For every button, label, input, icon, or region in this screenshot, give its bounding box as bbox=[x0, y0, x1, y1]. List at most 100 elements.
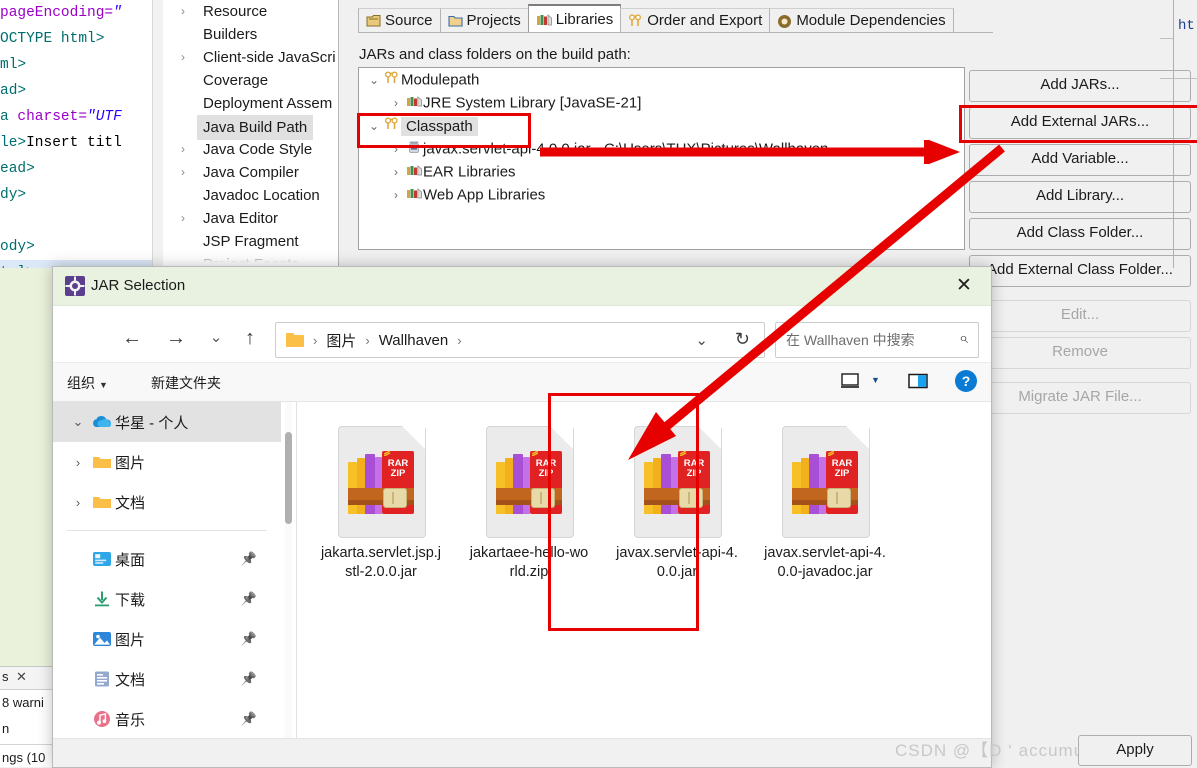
code-editor[interactable]: pageEncoding=" OCTYPE html> ml> ad> a charse… bbox=[0, 0, 163, 268]
sidebar-item-1[interactable]: › 图片 bbox=[53, 442, 281, 482]
close-icon[interactable]: ✕ bbox=[947, 272, 981, 300]
classpath-node[interactable]: › javax.servlet-api-4.0.0.jar - C:\Users\… bbox=[359, 137, 964, 160]
chevron-right-icon[interactable]: › bbox=[67, 455, 89, 470]
classpath-tree[interactable]: ⌄ Modulepath › JRE System Library [JavaSE-2… bbox=[358, 67, 965, 250]
file-item[interactable]: RAR ZIP jakarta.servlet.jsp.jstl-2.0.0.jar bbox=[307, 410, 455, 582]
rar-zip-archive-icon: RAR ZIP bbox=[782, 425, 870, 538]
problems-tab-label[interactable]: s bbox=[2, 669, 9, 684]
tab-source[interactable]: Source bbox=[358, 8, 441, 33]
view-layout-icon[interactable] bbox=[840, 371, 860, 391]
tab-order-and-export[interactable]: Order and Export bbox=[620, 8, 771, 33]
breadcrumb-item-0[interactable]: 图片 bbox=[326, 330, 356, 351]
classpath-node[interactable]: ⌄ Modulepath bbox=[359, 68, 964, 91]
new-folder-button[interactable]: 新建文件夹 bbox=[151, 373, 221, 393]
chevron-right-icon[interactable]: › bbox=[177, 138, 189, 161]
pin-icon[interactable]: 📌 bbox=[241, 671, 257, 687]
close-icon[interactable]: ✕ bbox=[16, 669, 27, 685]
tab-module-dependencies[interactable]: Module Dependencies bbox=[769, 8, 954, 33]
prefs-tree-item-java-code-style[interactable]: › Java Code Style bbox=[163, 138, 338, 161]
forward-icon[interactable]: → bbox=[161, 324, 191, 352]
chevron-down-icon[interactable]: ⌄ bbox=[365, 115, 383, 138]
file-list-pane[interactable]: RAR ZIP jakarta.servlet.jsp.jstl-2.0.0.jar… bbox=[297, 402, 991, 749]
command-bar: 组织 ▼ 新建文件夹 ▼ ? bbox=[53, 362, 991, 402]
prefs-tree-item-client-side-javascri[interactable]: › Client-side JavaScri bbox=[163, 46, 338, 69]
sidebar-item-5[interactable]: 图片 📌 bbox=[53, 619, 281, 659]
refresh-icon[interactable]: ↻ bbox=[735, 329, 750, 350]
button-add-variable[interactable]: Add Variable... bbox=[969, 144, 1191, 176]
chevron-right-icon[interactable]: › bbox=[67, 495, 89, 510]
tab-libraries[interactable]: Libraries bbox=[527, 4, 622, 33]
chevron-right-icon[interactable]: › bbox=[177, 161, 189, 184]
classpath-node[interactable]: › EAR Libraries bbox=[359, 160, 964, 183]
chevron-down-icon[interactable]: ⌄ bbox=[695, 331, 708, 349]
button-add-library[interactable]: Add Library... bbox=[969, 181, 1191, 213]
button-add-jars[interactable]: Add JARs... bbox=[969, 70, 1191, 102]
sidebar-item-2[interactable]: › 文档 bbox=[53, 482, 281, 522]
file-item[interactable]: RAR ZIP javax.servlet-api-4.0.0.jar bbox=[603, 410, 751, 582]
prefs-tree-item-label: Javadoc Location bbox=[203, 187, 320, 204]
chevron-right-icon[interactable]: › bbox=[387, 92, 405, 115]
help-icon[interactable]: ? bbox=[955, 370, 977, 392]
back-icon[interactable]: ← bbox=[117, 324, 147, 352]
file-item[interactable]: RAR ZIP jakartaee-hello-world.zip bbox=[455, 410, 603, 582]
file-item[interactable]: RAR ZIP javax.servlet-api-4.0.0-javadoc.ja… bbox=[751, 410, 899, 582]
chevron-down-icon[interactable]: ⌄ bbox=[365, 69, 383, 92]
button-add-external-jars[interactable]: Add External JARs... bbox=[969, 107, 1191, 139]
tab-label: Source bbox=[385, 12, 433, 29]
button-add-external-class-folder[interactable]: Add External Class Folder... bbox=[969, 255, 1191, 287]
panel-edge-2 bbox=[1160, 38, 1173, 39]
recent-locations-icon[interactable]: ⌄ bbox=[201, 324, 231, 352]
chevron-right-icon[interactable]: › bbox=[387, 161, 405, 184]
classpath-node-label: javax.servlet-api-4.0.0.jar - C:\Users\T… bbox=[423, 140, 829, 158]
organize-button[interactable]: 组织 ▼ bbox=[67, 373, 108, 393]
pin-icon[interactable]: 📌 bbox=[241, 711, 257, 727]
sidebar-item-6[interactable]: 文档 📌 bbox=[53, 659, 281, 699]
sidebar-item-7[interactable]: 音乐 📌 bbox=[53, 699, 281, 739]
search-input[interactable]: 在 Wallhaven 中搜索 ⌕ bbox=[775, 322, 979, 358]
file-name: jakarta.servlet.jsp.jstl-2.0.0.jar bbox=[320, 545, 442, 580]
pin-icon[interactable]: 📌 bbox=[241, 631, 257, 647]
chevron-right-icon[interactable]: › bbox=[177, 0, 189, 23]
preferences-tree[interactable]: › Resource Builders › Client-side JavaScri Co… bbox=[163, 0, 338, 268]
prefs-tree-item-java-compiler[interactable]: › Java Compiler bbox=[163, 161, 338, 184]
address-bar[interactable]: › 图片 › Wallhaven › ⌄ ↻ bbox=[275, 322, 765, 358]
chevron-down-icon[interactable]: ▼ bbox=[871, 375, 880, 385]
sidebar-item-3[interactable]: 桌面 📌 bbox=[53, 539, 281, 579]
organize-label: 组织 bbox=[67, 375, 95, 391]
places-sidebar[interactable]: ⌄ 华星 - 个人 › 图片 › 文档桌面 📌 下载 📌 图片 📌 文档 📌 音乐 📌 bbox=[53, 402, 281, 749]
breadcrumb-item-1[interactable]: Wallhaven bbox=[379, 332, 448, 349]
chevron-right-icon[interactable]: › bbox=[387, 184, 405, 207]
prefs-tree-item-java-editor[interactable]: › Java Editor bbox=[163, 207, 338, 230]
code-token: pageEncoding= bbox=[0, 5, 114, 21]
chevron-right-icon[interactable]: › bbox=[387, 138, 405, 161]
prefs-tree-item-java-build-path[interactable]: Java Build Path bbox=[163, 115, 338, 140]
up-icon[interactable]: ↑ bbox=[235, 324, 265, 352]
chevron-down-icon[interactable]: ⌄ bbox=[67, 414, 89, 430]
projects-folder-icon bbox=[447, 14, 463, 28]
pin-icon[interactable]: 📌 bbox=[241, 551, 257, 567]
jars-label: JARs and class folders on the build path… bbox=[359, 46, 631, 63]
prefs-tree-item-resource[interactable]: › Resource bbox=[163, 0, 338, 23]
chevron-right-icon[interactable]: › bbox=[177, 46, 189, 69]
sidebar-item-0[interactable]: ⌄ 华星 - 个人 bbox=[53, 402, 281, 442]
classpath-node[interactable]: › Web App Libraries bbox=[359, 183, 964, 206]
prefs-tree-item-deployment-assem[interactable]: Deployment Assem bbox=[163, 92, 338, 115]
classpath-node[interactable]: › JRE System Library [JavaSE-21] bbox=[359, 91, 964, 114]
apply-button[interactable]: Apply bbox=[1078, 735, 1192, 766]
sidebar-scrollbar-thumb[interactable] bbox=[285, 432, 292, 524]
button-add-class-folder[interactable]: Add Class Folder... bbox=[969, 218, 1191, 250]
chevron-right-icon[interactable]: › bbox=[177, 207, 189, 230]
code-line: le>Insert titl bbox=[0, 130, 163, 156]
prefs-tree-item-coverage[interactable]: Coverage bbox=[163, 69, 338, 92]
preview-pane-icon[interactable] bbox=[907, 371, 929, 391]
prefs-tree-item-javadoc-location[interactable]: Javadoc Location bbox=[163, 184, 338, 207]
tab-projects[interactable]: Projects bbox=[439, 8, 529, 33]
tab-strip[interactable]: Source Projects Libraries Order and Export M… bbox=[358, 4, 954, 33]
search-icon[interactable]: ⌕ bbox=[959, 330, 968, 348]
classpath-node[interactable]: ⌄ Classpath bbox=[359, 114, 964, 137]
pin-icon[interactable]: 📌 bbox=[241, 591, 257, 607]
code-line: ody> bbox=[0, 234, 163, 260]
sidebar-item-4[interactable]: 下载 📌 bbox=[53, 579, 281, 619]
prefs-tree-item-builders[interactable]: Builders bbox=[163, 23, 338, 46]
